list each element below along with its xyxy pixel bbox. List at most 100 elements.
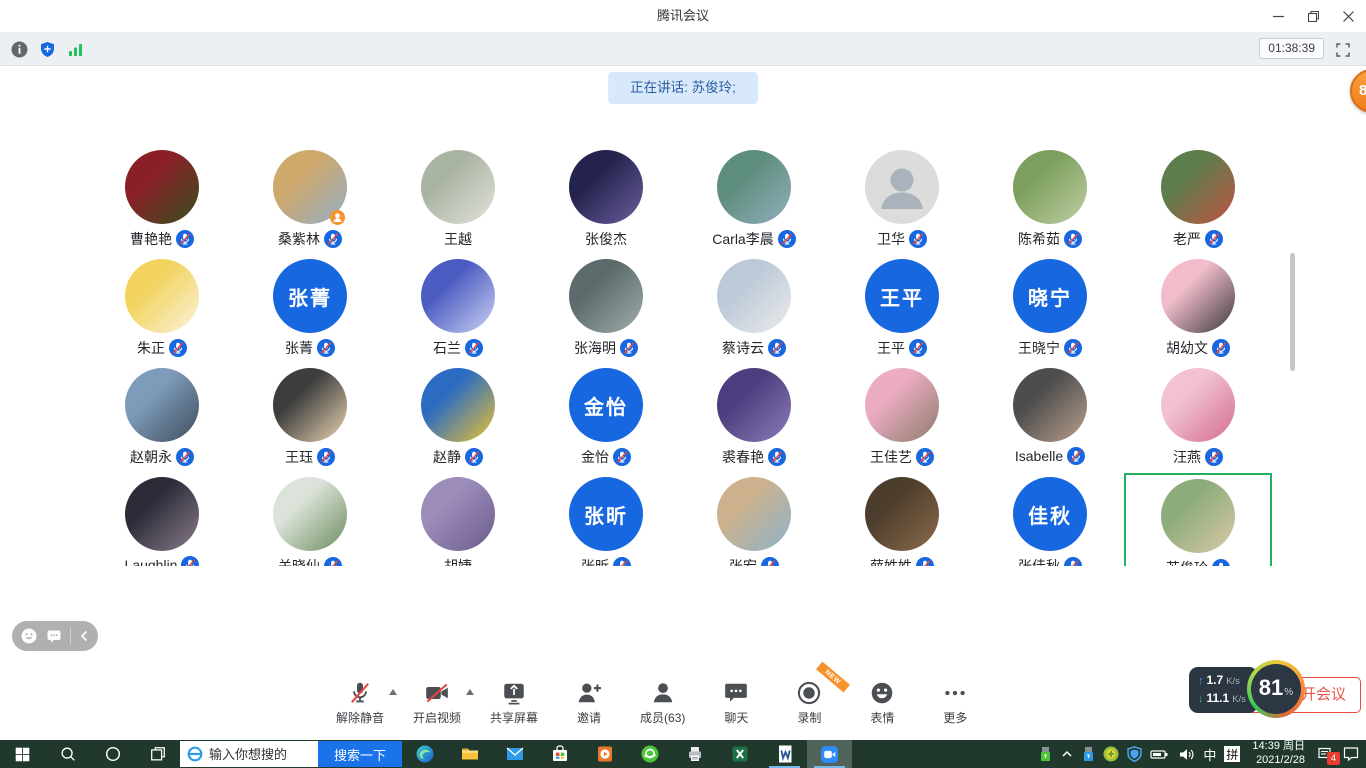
participant-tile[interactable]: Carla李晨 [680, 146, 828, 255]
usb-green-icon[interactable] [1039, 746, 1052, 762]
participant-tile[interactable]: 张昕张昕 [532, 473, 680, 566]
word-icon[interactable] [762, 740, 807, 768]
participant-tile[interactable]: 赵静 [384, 364, 532, 473]
performance-score-ring[interactable]: 81% [1247, 660, 1305, 718]
ime-language-indicator[interactable]: 中 [1203, 745, 1216, 764]
participant-tile[interactable]: 桑紫林 [236, 146, 384, 255]
toolbar-item-更多[interactable]: 更多 [933, 679, 977, 726]
mic-on-icon[interactable] [1212, 559, 1230, 566]
close-button[interactable] [1331, 0, 1366, 32]
grid-scrollbar-thumb[interactable] [1290, 253, 1295, 371]
search-icon[interactable] [45, 740, 90, 768]
toolbar-item-成员(63)[interactable]: 成员(63) [640, 679, 685, 726]
mail-icon[interactable] [492, 740, 537, 768]
taskbar-search-input[interactable] [209, 747, 318, 762]
participant-tile[interactable]: 老严 [1124, 146, 1272, 255]
participant-tile[interactable]: 胡幼文 [1124, 255, 1272, 364]
media-player-icon[interactable] [582, 740, 627, 768]
participant-tile[interactable]: 王珏 [236, 364, 384, 473]
toolbar-item-聊天[interactable]: 聊天 [714, 679, 758, 726]
task-view-icon[interactable] [135, 740, 180, 768]
mic-muted-icon[interactable] [778, 230, 796, 248]
start-icon[interactable] [0, 740, 45, 768]
mic-muted-icon[interactable] [1064, 557, 1082, 566]
mic-muted-icon[interactable] [916, 448, 934, 466]
mic-muted-icon[interactable] [1205, 448, 1223, 466]
store-icon[interactable] [537, 740, 582, 768]
mic-muted-icon[interactable] [909, 230, 927, 248]
participant-tile[interactable]: 佳秋张佳秋 [976, 473, 1124, 566]
participant-tile[interactable]: Isabelle [976, 364, 1124, 473]
mic-muted-icon[interactable] [1067, 447, 1085, 465]
participant-tile[interactable]: 金怡金怡 [532, 364, 680, 473]
participant-tile[interactable]: 蔡诗云 [680, 255, 828, 364]
security-shield-icon[interactable] [1127, 746, 1142, 762]
participant-tile[interactable]: 赵朝永 [88, 364, 236, 473]
participant-tile[interactable]: 王平王平 [828, 255, 976, 364]
fullscreen-icon[interactable] [1332, 40, 1354, 59]
mic-muted-icon[interactable] [1064, 339, 1082, 357]
green-browser-icon[interactable] [627, 740, 672, 768]
mic-muted-icon[interactable] [909, 339, 927, 357]
participant-tile[interactable]: 晓宁王晓宁 [976, 255, 1124, 364]
action-center-icon[interactable] [1342, 745, 1360, 763]
participant-tile[interactable]: 陈希茹 [976, 146, 1124, 255]
ime-pinyin-indicator[interactable]: 拼 [1224, 746, 1240, 762]
cortana-icon[interactable] [90, 740, 135, 768]
participant-tile[interactable]: 汪燕 [1124, 364, 1272, 473]
mic-muted-icon[interactable] [181, 556, 199, 566]
taskbar-search-box[interactable]: 搜索一下 [180, 741, 402, 767]
mic-muted-icon[interactable] [169, 339, 187, 357]
mic-muted-icon[interactable] [176, 230, 194, 248]
participant-tile[interactable]: 朱正 [88, 255, 236, 364]
mic-muted-icon[interactable] [1205, 230, 1223, 248]
participant-tile[interactable]: 张菁张菁 [236, 255, 384, 364]
mic-muted-icon[interactable] [761, 557, 779, 566]
printer-icon[interactable] [672, 740, 717, 768]
search-submit-button[interactable]: 搜索一下 [318, 741, 402, 767]
mic-muted-icon[interactable] [317, 339, 335, 357]
battery-icon[interactable] [1150, 747, 1170, 761]
participant-tile[interactable]: 关晓仙 [236, 473, 384, 566]
toolbar-item-邀请[interactable]: 邀请 [567, 679, 611, 726]
mic-muted-icon[interactable] [176, 448, 194, 466]
mic-muted-icon[interactable] [613, 448, 631, 466]
participant-tile[interactable]: 张海明 [532, 255, 680, 364]
floating-score-badge[interactable]: 81 [1350, 69, 1366, 113]
chevron-up-icon[interactable] [1060, 747, 1074, 761]
toolbar-item-共享屏幕[interactable]: 共享屏幕 [490, 679, 538, 726]
toolbar-item-表情[interactable]: 表情 [860, 679, 904, 726]
participant-tile[interactable]: 石兰 [384, 255, 532, 364]
volume-icon[interactable] [1178, 747, 1195, 762]
edge-icon[interactable] [402, 740, 447, 768]
participant-tile[interactable]: 薛姓姓 [828, 473, 976, 566]
participant-tile[interactable]: 张俊杰 [532, 146, 680, 255]
participant-tile[interactable]: 裘春艳 [680, 364, 828, 473]
mic-muted-icon[interactable] [620, 339, 638, 357]
minimize-button[interactable] [1261, 0, 1296, 32]
mic-muted-icon[interactable] [324, 557, 342, 566]
collapse-chevron-icon[interactable] [78, 629, 90, 643]
notification-icon[interactable]: 4 [1317, 746, 1334, 763]
meeting-info-icon[interactable] [8, 40, 30, 59]
usb-blue-icon[interactable] [1082, 746, 1095, 762]
mic-muted-icon[interactable] [317, 448, 335, 466]
reaction-emoji-icon[interactable] [20, 627, 38, 645]
participant-tile[interactable]: 张宏 [680, 473, 828, 566]
toolbar-item-录制[interactable]: NEW录制 [787, 679, 831, 726]
mic-muted-icon[interactable] [1212, 339, 1230, 357]
toolbar-item-解除静音[interactable]: 解除静音 [336, 679, 384, 726]
participant-tile[interactable]: 胡婕 [384, 473, 532, 566]
mic-muted-icon[interactable] [768, 448, 786, 466]
tencent-meeting-icon[interactable] [807, 740, 852, 768]
antivirus-360-icon[interactable] [1103, 746, 1119, 762]
mic-muted-icon[interactable] [1064, 230, 1082, 248]
restore-button[interactable] [1296, 0, 1331, 32]
expand-arrow-icon[interactable] [466, 689, 474, 695]
taskbar-clock[interactable]: 14:39 周日 2021/2/28 [1252, 740, 1305, 768]
participant-tile[interactable]: 曹艳艳 [88, 146, 236, 255]
participant-tile[interactable]: 王越 [384, 146, 532, 255]
participant-tile[interactable]: Laughlin [88, 473, 236, 566]
file-explorer-icon[interactable] [447, 740, 492, 768]
participant-tile[interactable]: 王佳艺 [828, 364, 976, 473]
